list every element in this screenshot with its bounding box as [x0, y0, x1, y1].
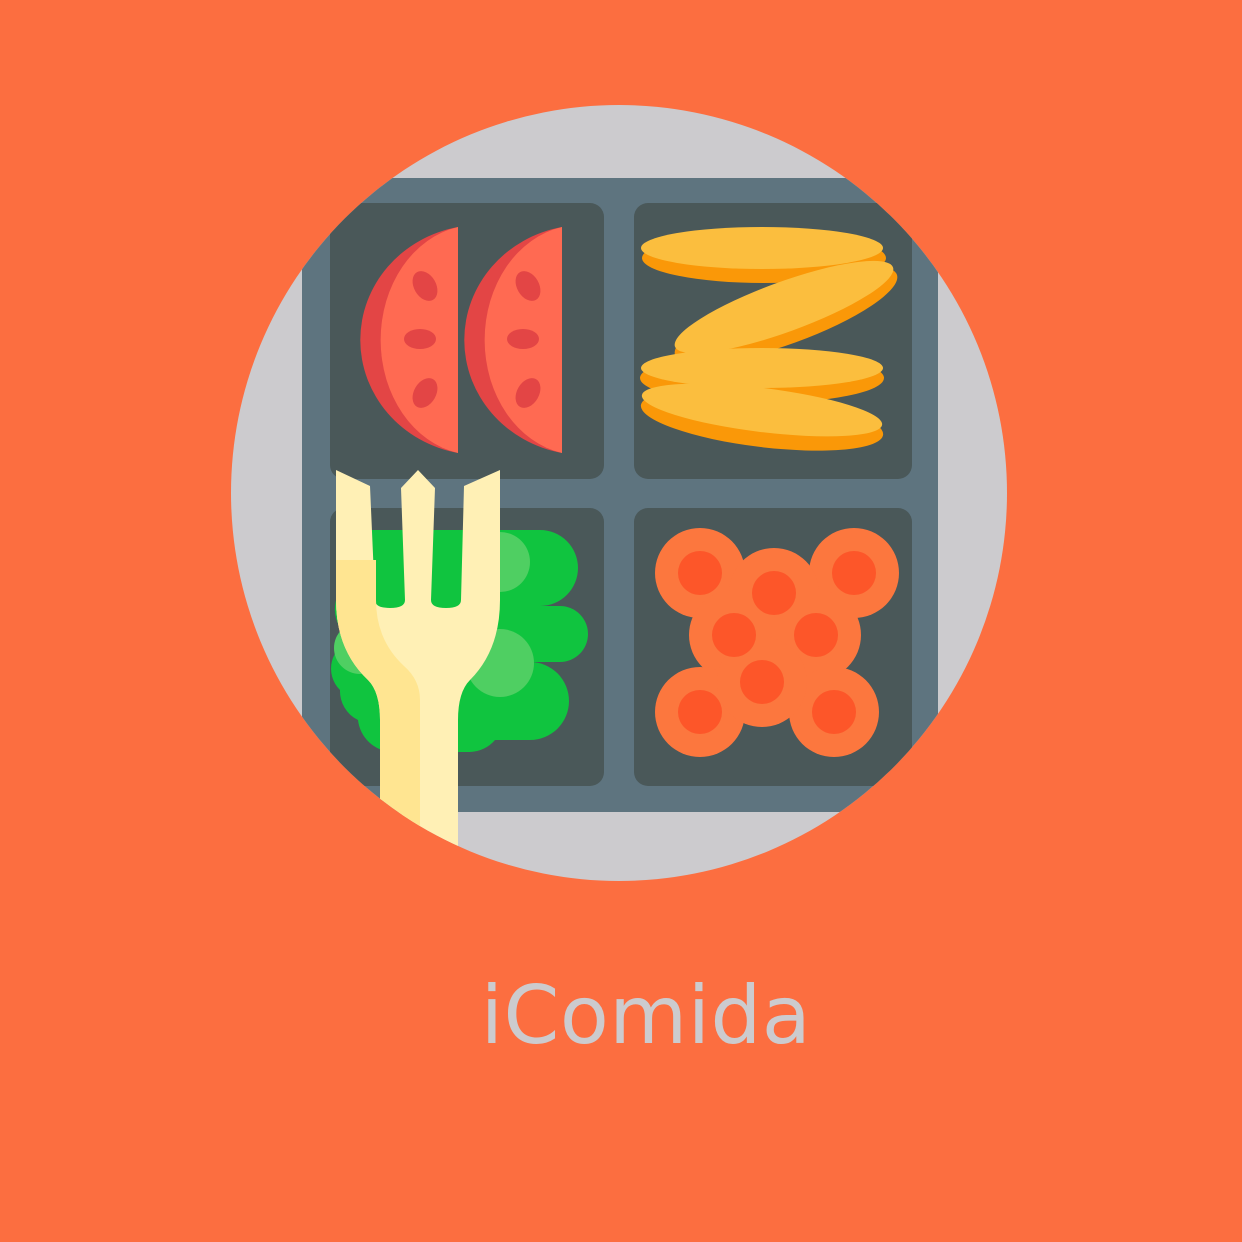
lunch-tray-icon — [302, 178, 938, 881]
splash-screen: iComida — [0, 0, 1242, 1242]
app-title: iComida — [480, 969, 812, 1062]
